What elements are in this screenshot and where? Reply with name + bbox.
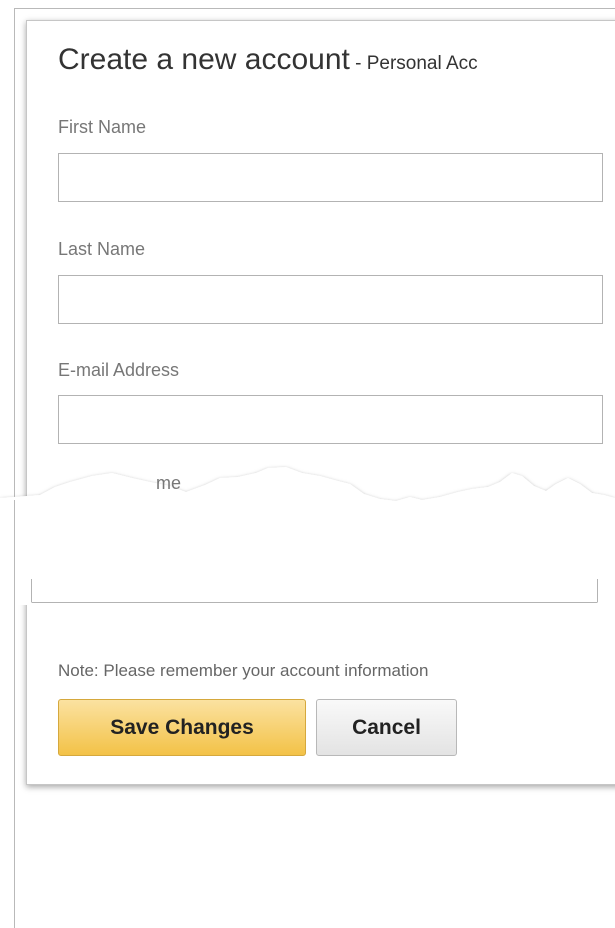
last-name-field[interactable] [58,275,603,324]
first-name-label: First Name [58,117,147,137]
email-label: E-mail Address [58,360,180,380]
screenshot-stage: Create a new account - Personal Acc Firs… [0,0,615,928]
truncated-field-label: me [156,473,181,493]
title-text: Create a new account [58,43,350,76]
email-field[interactable] [58,395,603,444]
torn-paper-break: me [0,467,615,605]
last-name-label: Last Name [58,239,146,259]
first-name-field[interactable] [58,153,603,202]
page-title: Create a new account - Personal Acc [58,43,478,77]
title-subtitle: - Personal Acc [349,53,478,74]
create-account-panel: Create a new account - Personal Acc Firs… [26,20,615,785]
account-note: Note: Please remember your account infor… [58,661,429,680]
save-changes-button[interactable]: Save Changes [58,699,306,756]
cancel-button[interactable]: Cancel [316,699,457,756]
